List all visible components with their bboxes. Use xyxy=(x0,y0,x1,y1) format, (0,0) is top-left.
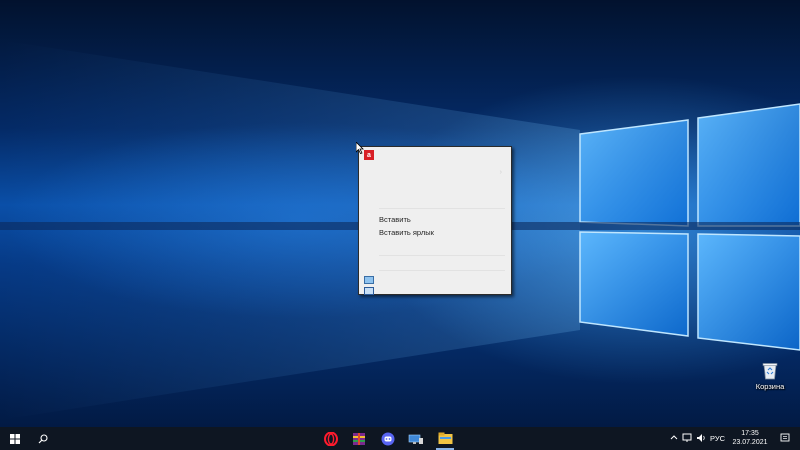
menu-separator xyxy=(379,255,505,256)
submenu-arrow-icon: › xyxy=(499,169,502,176)
recycle-bin-icon xyxy=(762,363,778,380)
chevron-up-icon[interactable] xyxy=(670,433,678,443)
personalize-icon xyxy=(364,287,374,295)
recycle-bin-label: Корзина xyxy=(755,382,785,391)
taskbar: РУС 17:35 23.07.2021 xyxy=(0,427,800,450)
desktop[interactable]: a › Вставить Вставить ярлык Корзина xyxy=(0,0,800,427)
volume-icon[interactable] xyxy=(696,433,706,443)
discord-icon xyxy=(381,432,395,445)
clock-date: 23.07.2021 xyxy=(732,439,768,446)
winrar-icon xyxy=(353,432,365,445)
tray-clock[interactable]: 17:35 23.07.2021 xyxy=(728,429,772,447)
taskbar-app-file-explorer[interactable] xyxy=(432,427,458,450)
menu-item-label: Вставить ярлык xyxy=(379,228,434,237)
menu-separator xyxy=(379,208,505,209)
mouse-cursor-icon xyxy=(356,142,364,154)
desktop-pc-icon xyxy=(408,434,423,444)
taskbar-app-discord[interactable] xyxy=(375,427,401,450)
recycle-bin-desktop-icon[interactable]: Корзина xyxy=(748,362,792,398)
menu-item-new[interactable] xyxy=(359,257,511,270)
search-button[interactable] xyxy=(32,427,54,450)
menu-separator xyxy=(379,270,505,271)
windows-start-icon xyxy=(10,433,20,444)
start-button[interactable] xyxy=(4,427,26,450)
taskbar-app-winrar[interactable] xyxy=(346,427,372,450)
network-icon[interactable] xyxy=(682,433,693,443)
clock-time: 17:35 xyxy=(741,430,759,437)
menu-item-view[interactable]: › xyxy=(359,166,511,179)
menu-item-paste[interactable]: Вставить xyxy=(359,213,511,226)
opera-icon xyxy=(324,431,338,446)
language-indicator[interactable]: РУС xyxy=(710,434,725,443)
file-explorer-icon xyxy=(438,432,452,444)
menu-item-paste-shortcut[interactable]: Вставить ярлык xyxy=(359,226,511,239)
display-settings-icon xyxy=(364,276,374,284)
notifications-icon[interactable] xyxy=(780,433,790,443)
menu-item-undo[interactable] xyxy=(359,239,511,252)
desktop-context-menu: a › Вставить Вставить ярлык xyxy=(358,146,512,295)
taskbar-app-desktop[interactable] xyxy=(403,427,429,450)
amd-radeon-icon: a xyxy=(364,150,374,160)
search-icon xyxy=(38,433,48,443)
amd-radeon-settings-item[interactable]: a xyxy=(359,149,511,162)
menu-item-personalize[interactable] xyxy=(359,285,511,298)
menu-item-label: Вставить xyxy=(379,215,411,224)
taskbar-app-opera[interactable] xyxy=(318,427,344,450)
menu-item-sort[interactable] xyxy=(359,179,511,192)
menu-item-refresh[interactable] xyxy=(359,192,511,205)
